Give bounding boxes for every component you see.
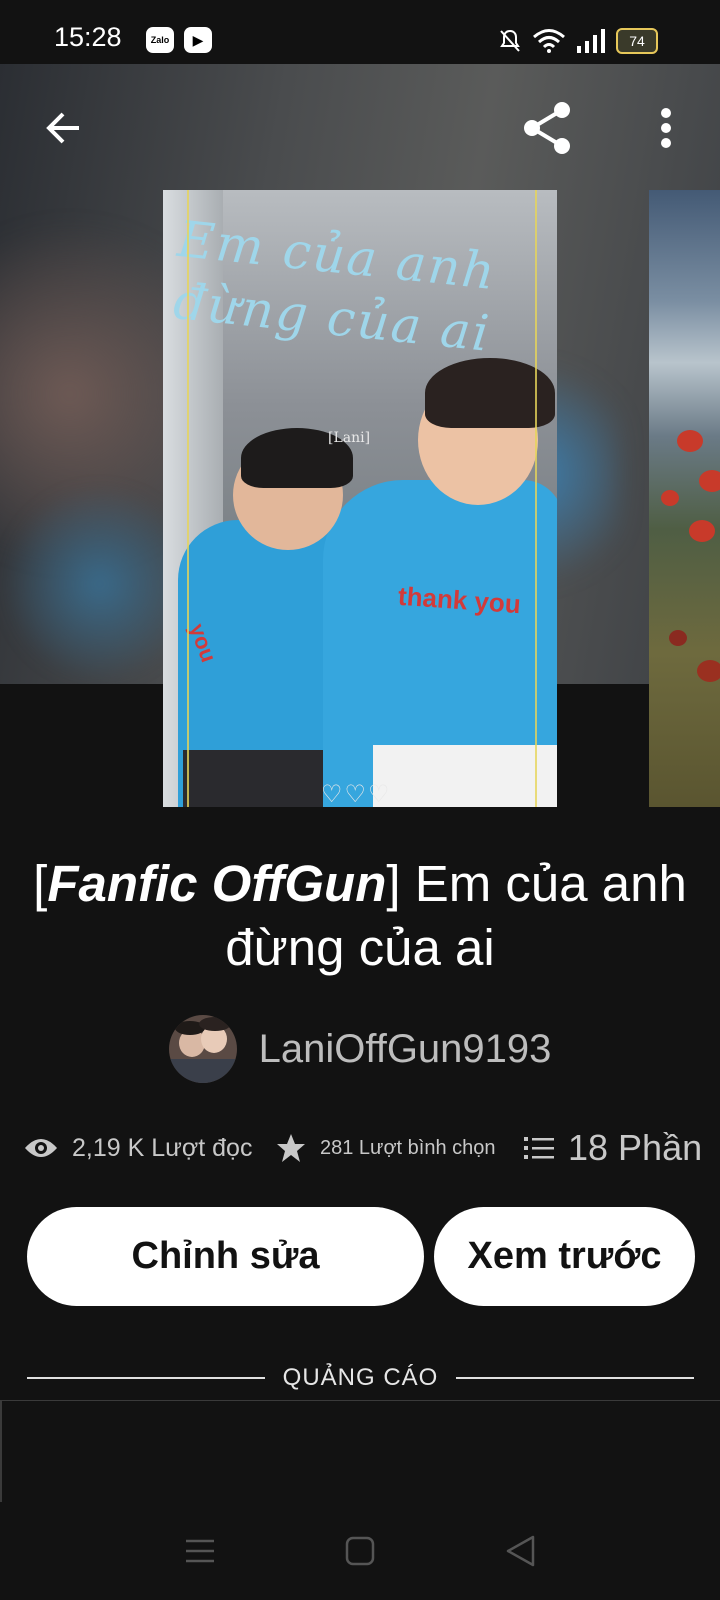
reads-count: 2,19 K Lượt đọc — [72, 1133, 253, 1162]
divider-left — [27, 1377, 265, 1379]
ad-separator: QUẢNG CÁO — [27, 1360, 694, 1396]
share-button[interactable] — [520, 100, 576, 156]
signal-icon — [577, 29, 605, 53]
status-time: 15:28 — [54, 22, 122, 52]
back-button[interactable] — [35, 100, 91, 156]
divider-right — [456, 1377, 694, 1379]
eye-icon — [25, 1139, 57, 1157]
star-icon — [277, 1134, 305, 1162]
preview-button[interactable]: Xem trước — [434, 1207, 695, 1306]
bell-off-icon — [500, 29, 520, 52]
home-square-icon[interactable] — [345, 1536, 375, 1566]
title-bracket-close: ] — [386, 855, 401, 912]
ad-label: QUẢNG CÁO — [282, 1364, 439, 1391]
back-triangle-icon[interactable] — [505, 1535, 535, 1567]
more-options-button[interactable] — [638, 100, 694, 156]
battery-icon: 74 — [616, 28, 658, 54]
author-row[interactable]: LaniOffGun9193 — [0, 1014, 720, 1084]
wifi-icon — [533, 29, 565, 53]
story-title: [Fanfic OffGun] Em của anh đừng của ai — [20, 852, 700, 980]
cover-hearts: ♡♡♡ — [321, 781, 392, 807]
system-nav-bar — [0, 1502, 720, 1600]
share-icon — [524, 102, 570, 154]
story-cover-image[interactable]: Em của anh đừng của ai [Lani] thank you … — [163, 190, 557, 807]
zalo-icon: Zalo — [146, 27, 174, 53]
ad-container[interactable] — [0, 1400, 720, 1502]
status-bar: 15:28 Zalo ▶ 74 — [0, 0, 720, 64]
parts-stat: 18 Phần — [524, 1120, 702, 1176]
menu-icon[interactable] — [185, 1537, 215, 1565]
parts-count: 18 Phần — [568, 1127, 703, 1168]
votes-stat: 281 Lượt bình chọn — [276, 1120, 496, 1176]
votes-count: 281 Lượt bình chọn — [320, 1136, 496, 1159]
edit-button[interactable]: Chỉnh sửa — [27, 1207, 424, 1306]
cover-tag: [Lani] — [328, 430, 371, 446]
title-bracket-open: [ — [33, 855, 48, 912]
reads-stat: 2,19 K Lượt đọc — [24, 1120, 252, 1176]
story-stats: 2,19 K Lượt đọc 281 Lượt bình chọn 18 Ph… — [24, 1120, 704, 1176]
author-name[interactable]: LaniOffGun9193 — [259, 1027, 552, 1072]
back-arrow-icon — [46, 112, 79, 144]
title-fandom: Fanfic OffGun — [47, 855, 387, 912]
more-vert-icon — [661, 108, 671, 148]
avatar[interactable] — [168, 1015, 237, 1083]
status-icons: 74 — [498, 24, 658, 58]
list-icon — [524, 1137, 554, 1159]
next-story-cover[interactable] — [649, 190, 720, 807]
video-app-icon: ▶ — [184, 27, 212, 53]
